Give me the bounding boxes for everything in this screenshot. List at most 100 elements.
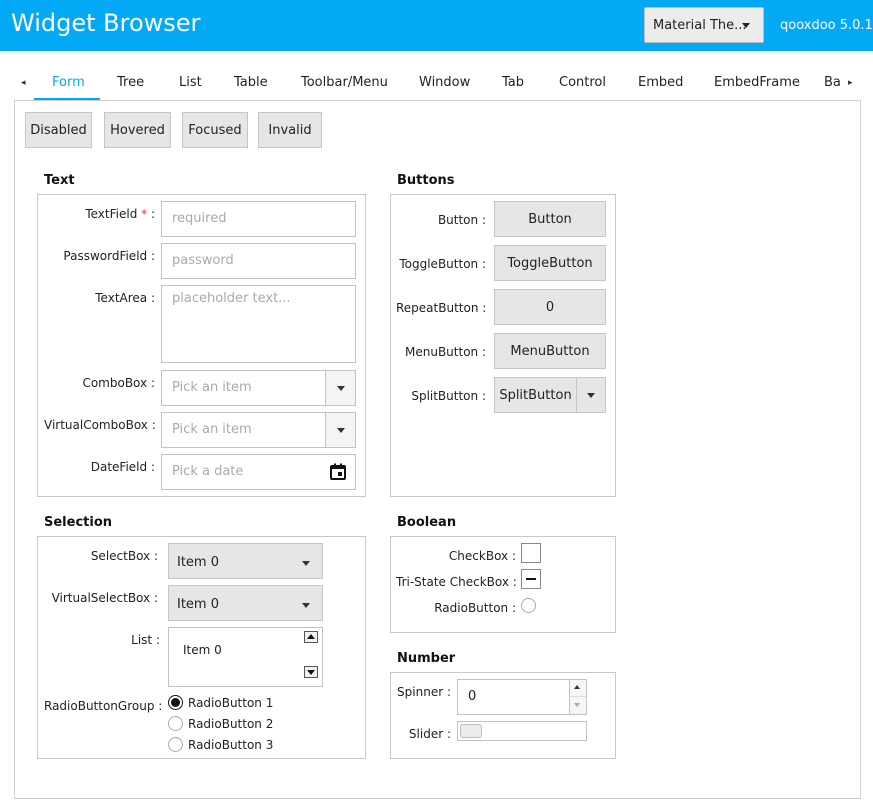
datefield-label: DateField :	[90, 460, 155, 474]
tab-toolbar-menu[interactable]: Toolbar/Menu	[301, 75, 388, 90]
slider-knob[interactable]	[460, 724, 482, 738]
tristate-checkbox-label: Tri-State CheckBox :	[396, 575, 517, 589]
demo-menu-button[interactable]: MenuButton	[494, 333, 606, 369]
radiogroup-label: RadioButtonGroup :	[44, 699, 163, 713]
splitbutton-label: SplitButton :	[411, 389, 486, 403]
demo-toggle-button[interactable]: ToggleButton	[494, 245, 606, 281]
disabled-toggle-button[interactable]: Disabled	[25, 112, 92, 148]
text-group-title: Text	[44, 173, 75, 188]
textarea-input[interactable]: placeholder text...	[161, 285, 356, 363]
version-label: qooxdoo 5.0.1	[780, 18, 873, 33]
demo-repeat-button[interactable]: 0	[494, 289, 606, 325]
radio-button-1[interactable]	[168, 695, 183, 710]
buttons-group-title: Buttons	[397, 173, 455, 188]
password-placeholder: password	[172, 253, 234, 268]
invalid-toggle-button[interactable]: Invalid	[258, 112, 322, 148]
demo-button[interactable]: Button	[494, 201, 606, 237]
tab-control[interactable]: Control	[559, 75, 606, 90]
tab-basic-clipped[interactable]: Ba	[824, 70, 842, 100]
boolean-radio-button[interactable]	[521, 598, 536, 613]
selectbox-value: Item 0	[177, 555, 219, 570]
password-label: PasswordField :	[63, 249, 155, 263]
list-label: List :	[131, 633, 160, 647]
slider-label: Slider :	[408, 727, 451, 741]
checkbox[interactable]	[521, 543, 541, 563]
selection-group-title: Selection	[44, 515, 113, 530]
selectbox-label: SelectBox :	[90, 549, 158, 563]
virtualcombobox-label: VirtualComboBox :	[44, 418, 156, 432]
tab-scroll-right-icon[interactable]: ▸	[848, 78, 853, 88]
textarea-placeholder: placeholder text...	[172, 291, 291, 306]
focused-toggle-button[interactable]: Focused	[182, 112, 248, 148]
tab-basic-label: Ba	[824, 75, 841, 90]
number-group-title: Number	[397, 651, 456, 666]
virtualcombobox-dropdown-button[interactable]	[325, 413, 355, 447]
datefield-input[interactable]: Pick a date	[161, 454, 356, 490]
combobox-input[interactable]: Pick an item	[161, 370, 356, 406]
theme-select-value: Material The...	[653, 18, 747, 33]
spinner-value: 0	[468, 689, 477, 704]
list-scroll-down[interactable]	[304, 666, 318, 678]
combobox-dropdown-button[interactable]	[325, 371, 355, 405]
virtualselectbox-label: VirtualSelectBox :	[51, 591, 158, 605]
checkbox-label: CheckBox :	[448, 549, 516, 563]
radio-button-2-label: RadioButton 2	[188, 717, 274, 731]
spinner-up-button[interactable]	[569, 680, 586, 697]
combobox-label: ComboBox :	[82, 376, 155, 390]
boolean-group-title: Boolean	[397, 515, 457, 530]
radio-button-3-label: RadioButton 3	[188, 738, 274, 752]
list-widget[interactable]: Item 0	[168, 627, 323, 687]
app-title: Widget Browser	[11, 9, 201, 37]
selectbox[interactable]: Item 0	[168, 543, 323, 579]
spinner-label: Spinner :	[397, 685, 451, 699]
tab-embedframe[interactable]: EmbedFrame	[714, 75, 800, 90]
list-item[interactable]: Item 0	[183, 643, 222, 657]
datefield-placeholder: Pick a date	[172, 464, 244, 479]
tab-list[interactable]: List	[179, 75, 202, 90]
combobox-placeholder: Pick an item	[172, 380, 252, 395]
tab-embed[interactable]: Embed	[638, 75, 683, 90]
split-button-arrow[interactable]	[576, 377, 606, 413]
button-label: Button :	[437, 213, 486, 227]
virtualselectbox[interactable]: Item 0	[168, 585, 323, 621]
repeatbutton-label: RepeatButton :	[396, 301, 487, 315]
virtualcombobox-input[interactable]: Pick an item	[161, 412, 356, 448]
chevron-down-icon	[742, 23, 750, 28]
slider-track[interactable]	[457, 721, 587, 741]
caret-down-icon	[574, 703, 580, 707]
caret-up-icon	[574, 685, 580, 689]
chevron-down-icon	[336, 386, 345, 391]
chevron-down-icon	[336, 428, 345, 433]
demo-split-button[interactable]: SplitButton	[494, 377, 577, 413]
togglebutton-label: ToggleButton :	[399, 257, 486, 271]
indeterminate-dash-icon	[526, 578, 536, 580]
tab-scroll-left-icon[interactable]: ◂	[21, 78, 26, 88]
scroll-down-icon	[307, 670, 315, 675]
textfield-placeholder: required	[172, 211, 227, 226]
tab-form[interactable]: Form	[52, 75, 85, 90]
radio-button-2[interactable]	[168, 716, 183, 731]
tab-window[interactable]: Window	[419, 75, 470, 90]
hovered-toggle-button[interactable]: Hovered	[104, 112, 171, 148]
textfield-label-suffix: :	[147, 207, 155, 221]
textfield-label: TextField * :	[44, 207, 155, 221]
spinner-input[interactable]: 0	[457, 679, 587, 715]
scroll-up-icon	[307, 634, 315, 639]
tab-tab[interactable]: Tab	[502, 75, 524, 90]
tab-table[interactable]: Table	[234, 75, 268, 90]
tab-tree[interactable]: Tree	[117, 75, 144, 90]
password-input[interactable]: password	[161, 243, 356, 279]
chevron-down-icon	[302, 603, 310, 608]
textfield-label-text: TextField	[85, 207, 138, 221]
tristate-checkbox[interactable]	[521, 569, 541, 589]
calendar-icon[interactable]	[328, 462, 348, 482]
theme-select[interactable]: Material The...	[644, 7, 764, 43]
virtualcombobox-placeholder: Pick an item	[172, 422, 252, 437]
textarea-label: TextArea :	[95, 291, 155, 305]
radio-button-3[interactable]	[168, 737, 183, 752]
textfield-input[interactable]: required	[161, 201, 356, 237]
spinner-down-button[interactable]	[569, 697, 586, 714]
radiobutton-label: RadioButton :	[434, 601, 516, 615]
virtualselectbox-value: Item 0	[177, 597, 219, 612]
list-scroll-up[interactable]	[304, 631, 318, 643]
